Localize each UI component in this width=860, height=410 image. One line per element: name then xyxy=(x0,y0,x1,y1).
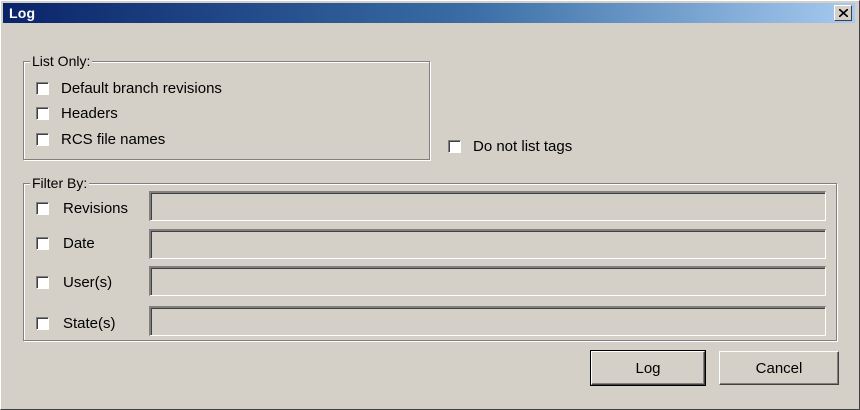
date-checkbox[interactable] xyxy=(36,237,49,250)
title-bar[interactable]: Log xyxy=(3,3,855,23)
option-headers[interactable]: Headers xyxy=(36,105,118,122)
filter-by-title: Filter By: xyxy=(30,175,90,191)
cancel-button[interactable]: Cancel xyxy=(719,351,839,385)
date-input[interactable] xyxy=(149,229,826,259)
filter-label: State(s) xyxy=(63,315,116,332)
log-dialog: Log List Only: Default branch revisions … xyxy=(0,0,860,410)
revisions-input[interactable] xyxy=(149,191,826,221)
users-checkbox[interactable] xyxy=(36,276,49,289)
states-checkbox[interactable] xyxy=(36,317,49,330)
filter-date[interactable]: Date xyxy=(36,235,95,252)
filter-label: User(s) xyxy=(63,274,113,291)
filter-revisions[interactable]: Revisions xyxy=(36,200,128,217)
log-button-label: Log xyxy=(635,359,661,377)
do-not-list-tags-checkbox[interactable] xyxy=(448,140,461,153)
rcs-file-names-checkbox[interactable] xyxy=(36,133,49,146)
option-default-branch-revisions[interactable]: Default branch revisions xyxy=(36,80,222,97)
filter-users[interactable]: User(s) xyxy=(36,274,112,291)
option-label: Headers xyxy=(61,105,118,122)
filter-label: Date xyxy=(63,235,95,252)
close-button[interactable] xyxy=(834,5,852,21)
filter-states[interactable]: State(s) xyxy=(36,315,116,332)
option-rcs-file-names[interactable]: RCS file names xyxy=(36,131,165,148)
default-branch-revisions-checkbox[interactable] xyxy=(36,82,49,95)
states-input[interactable] xyxy=(149,306,826,336)
users-input[interactable] xyxy=(149,266,826,296)
option-label: Default branch revisions xyxy=(61,80,222,97)
option-do-not-list-tags[interactable]: Do not list tags xyxy=(448,138,572,155)
cancel-button-label: Cancel xyxy=(755,359,803,377)
option-label: RCS file names xyxy=(61,131,166,148)
close-icon xyxy=(838,9,848,17)
log-button[interactable]: Log xyxy=(590,350,706,386)
window-title: Log xyxy=(9,5,36,21)
filter-label: Revisions xyxy=(63,200,129,217)
list-only-title: List Only: xyxy=(30,53,93,69)
option-label: Do not list tags xyxy=(473,138,573,155)
headers-checkbox[interactable] xyxy=(36,107,49,120)
revisions-checkbox[interactable] xyxy=(36,202,49,215)
